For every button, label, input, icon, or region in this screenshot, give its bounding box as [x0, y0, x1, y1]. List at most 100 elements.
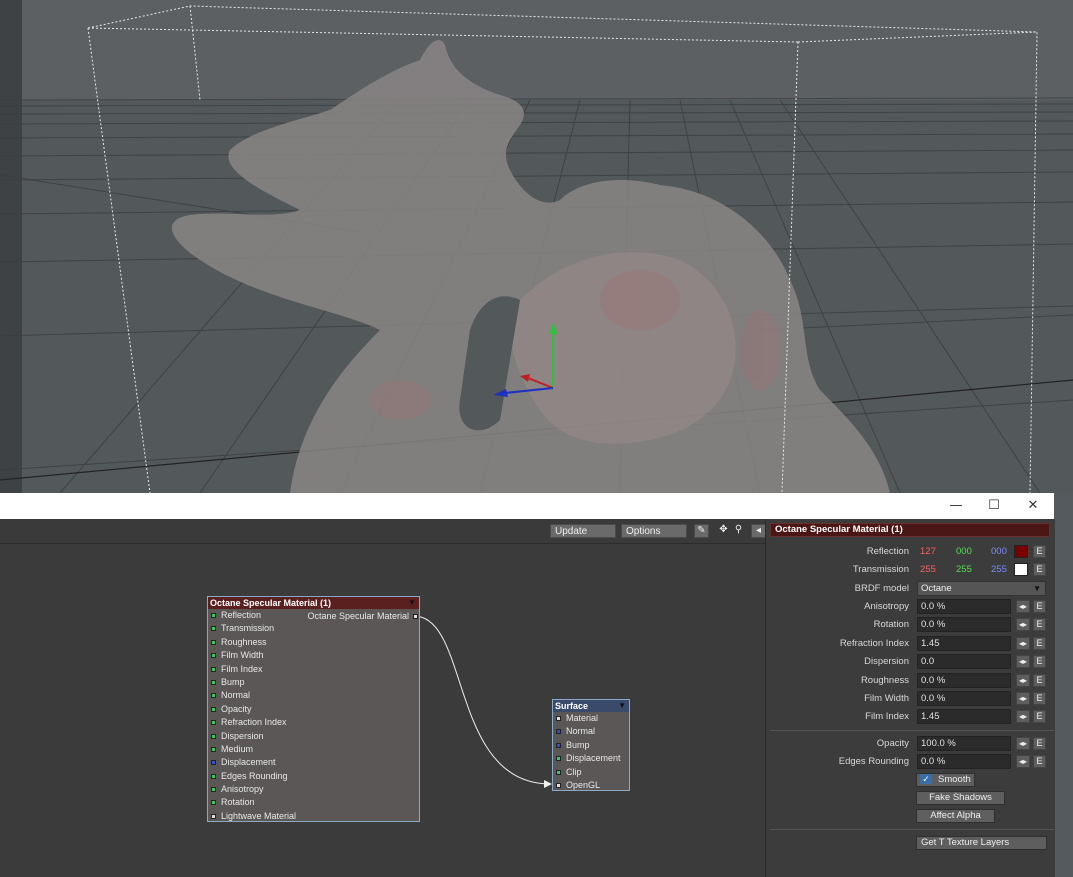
input-port[interactable]: Rotation	[208, 796, 419, 809]
rotation-field[interactable]: 0.0 %	[917, 617, 1011, 633]
slider-arrows-icon[interactable]: ◂▸	[1016, 692, 1030, 705]
input-port[interactable]: Material	[553, 712, 629, 725]
transmission-envelope-button[interactable]: E	[1033, 563, 1046, 576]
film-width-field[interactable]: 0.0 %	[917, 691, 1011, 706]
input-port[interactable]: Edges Rounding	[208, 770, 419, 783]
input-port[interactable]: Roughness	[208, 636, 419, 649]
input-port[interactable]: Refraction Index	[208, 716, 419, 729]
output-port[interactable]: Octane Specular Material	[307, 610, 418, 623]
input-port[interactable]: Medium	[208, 743, 419, 756]
brdf-select[interactable]: Octane ▼	[917, 581, 1046, 596]
smooth-toggle[interactable]: ✓ Smooth	[916, 773, 975, 787]
input-port[interactable]: Dispersion	[208, 730, 419, 743]
node-title[interactable]: Octane Specular Material (1) ▼	[208, 597, 419, 609]
input-port[interactable]: Bump	[553, 739, 629, 752]
node-title[interactable]: Surface ▼	[553, 700, 629, 712]
3d-viewport[interactable]	[0, 0, 1073, 493]
port-dot-icon[interactable]	[211, 679, 216, 685]
pen-icon[interactable]: ✎	[694, 524, 709, 538]
port-dot-icon[interactable]	[211, 626, 216, 632]
transmission-r[interactable]: 255	[920, 564, 936, 575]
refraction-index-envelope-button[interactable]: E	[1033, 636, 1046, 650]
port-dot-icon[interactable]	[556, 716, 561, 721]
move-icon[interactable]: ✥	[716, 524, 731, 538]
opacity-envelope-button[interactable]: E	[1033, 737, 1046, 750]
port-dot-icon[interactable]	[211, 653, 216, 659]
slider-arrows-icon[interactable]: ◂▸	[1016, 737, 1030, 750]
port-dot-icon[interactable]	[211, 773, 216, 779]
port-dot-icon[interactable]	[413, 614, 418, 619]
reflection-b[interactable]: 000	[991, 546, 1007, 557]
input-port[interactable]: Bump	[208, 676, 419, 689]
port-dot-icon[interactable]	[556, 756, 561, 762]
input-port[interactable]: Opacity	[208, 703, 419, 716]
anisotropy-envelope-button[interactable]: E	[1033, 600, 1046, 613]
port-dot-icon[interactable]	[556, 782, 561, 788]
reflection-r[interactable]: 127	[920, 546, 936, 557]
update-button[interactable]: Update	[550, 524, 616, 538]
port-dot-icon[interactable]	[556, 729, 561, 735]
fake-shadows-toggle[interactable]: Fake Shadows	[916, 791, 1005, 805]
input-port[interactable]: Displacement	[208, 756, 419, 769]
reflection-g[interactable]: 000	[956, 546, 972, 557]
film-width-envelope-button[interactable]: E	[1033, 692, 1046, 705]
chevron-down-icon[interactable]: ▼	[408, 597, 416, 609]
edges-rounding-field[interactable]: 0.0 %	[917, 754, 1011, 769]
transmission-swatch[interactable]	[1014, 563, 1028, 576]
transmission-g[interactable]: 255	[956, 564, 972, 575]
zoom-icon[interactable]: ⚲	[731, 524, 746, 538]
refraction-index-field[interactable]: 1.45	[917, 635, 1011, 651]
port-dot-icon[interactable]	[556, 742, 561, 748]
anisotropy-field[interactable]: 0.0 %	[917, 599, 1011, 614]
input-port[interactable]: Transmission	[208, 622, 419, 635]
port-dot-icon[interactable]	[211, 746, 216, 752]
port-dot-icon[interactable]	[211, 693, 216, 699]
slider-arrows-icon[interactable]: ◂▸	[1016, 618, 1030, 632]
port-dot-icon[interactable]	[211, 639, 216, 645]
transmission-b[interactable]: 255	[991, 564, 1007, 575]
input-port[interactable]: Anisotropy	[208, 783, 419, 796]
octane-specular-node[interactable]: Octane Specular Material (1) ▼ Reflectio…	[207, 596, 420, 822]
opacity-field[interactable]: 100.0 %	[917, 736, 1011, 751]
roughness-field[interactable]: 0.0 %	[917, 672, 1011, 688]
port-dot-icon[interactable]	[211, 760, 216, 766]
options-button[interactable]: Options	[621, 524, 687, 538]
slider-arrows-icon[interactable]: ◂▸	[1016, 655, 1030, 669]
rotation-envelope-button[interactable]: E	[1033, 618, 1046, 632]
slider-arrows-icon[interactable]: ◂▸	[1016, 636, 1030, 650]
surface-node[interactable]: Surface ▼ Material Normal Bump Displacement…	[552, 699, 630, 791]
input-port[interactable]: OpenGL	[553, 779, 629, 792]
reflection-envelope-button[interactable]: E	[1033, 545, 1046, 558]
close-icon[interactable]: ✕	[1014, 493, 1052, 519]
node-canvas[interactable]: Octane Specular Material (1) ▼ Reflectio…	[0, 544, 765, 877]
input-port[interactable]: Film Index	[208, 663, 419, 676]
slider-arrows-icon[interactable]: ◂▸	[1016, 673, 1030, 687]
collapse-panel-icon[interactable]: ◂	[751, 524, 766, 538]
port-dot-icon[interactable]	[211, 733, 216, 739]
reflection-swatch[interactable]	[1014, 545, 1028, 558]
port-dot-icon[interactable]	[211, 787, 216, 793]
maximize-icon[interactable]: ☐	[975, 493, 1013, 519]
slider-arrows-icon[interactable]: ◂▸	[1016, 755, 1030, 768]
slider-arrows-icon[interactable]: ◂▸	[1016, 600, 1030, 613]
port-dot-icon[interactable]	[211, 666, 216, 672]
input-port[interactable]: Displacement	[553, 752, 629, 765]
input-port[interactable]: Clip	[553, 766, 629, 779]
dispersion-envelope-button[interactable]: E	[1033, 655, 1046, 669]
input-port[interactable]: Film Width	[208, 649, 419, 662]
slider-arrows-icon[interactable]: ◂▸	[1016, 710, 1030, 724]
port-dot-icon[interactable]	[211, 800, 216, 806]
edges-rounding-envelope-button[interactable]: E	[1033, 755, 1046, 768]
port-dot-icon[interactable]	[211, 720, 216, 726]
port-dot-icon[interactable]	[211, 613, 216, 618]
chevron-down-icon[interactable]: ▼	[618, 700, 626, 712]
port-dot-icon[interactable]	[556, 769, 561, 775]
dispersion-field[interactable]: 0.0	[917, 654, 1011, 670]
minimize-icon[interactable]: —	[937, 493, 975, 519]
input-port[interactable]: Normal	[208, 689, 419, 702]
input-port[interactable]: Normal	[553, 725, 629, 738]
port-dot-icon[interactable]	[211, 813, 216, 819]
affect-alpha-toggle[interactable]: Affect Alpha	[916, 809, 995, 823]
input-port[interactable]: Lightwave Material	[208, 810, 419, 823]
get-texture-layers-button[interactable]: Get T Texture Layers	[916, 836, 1047, 850]
